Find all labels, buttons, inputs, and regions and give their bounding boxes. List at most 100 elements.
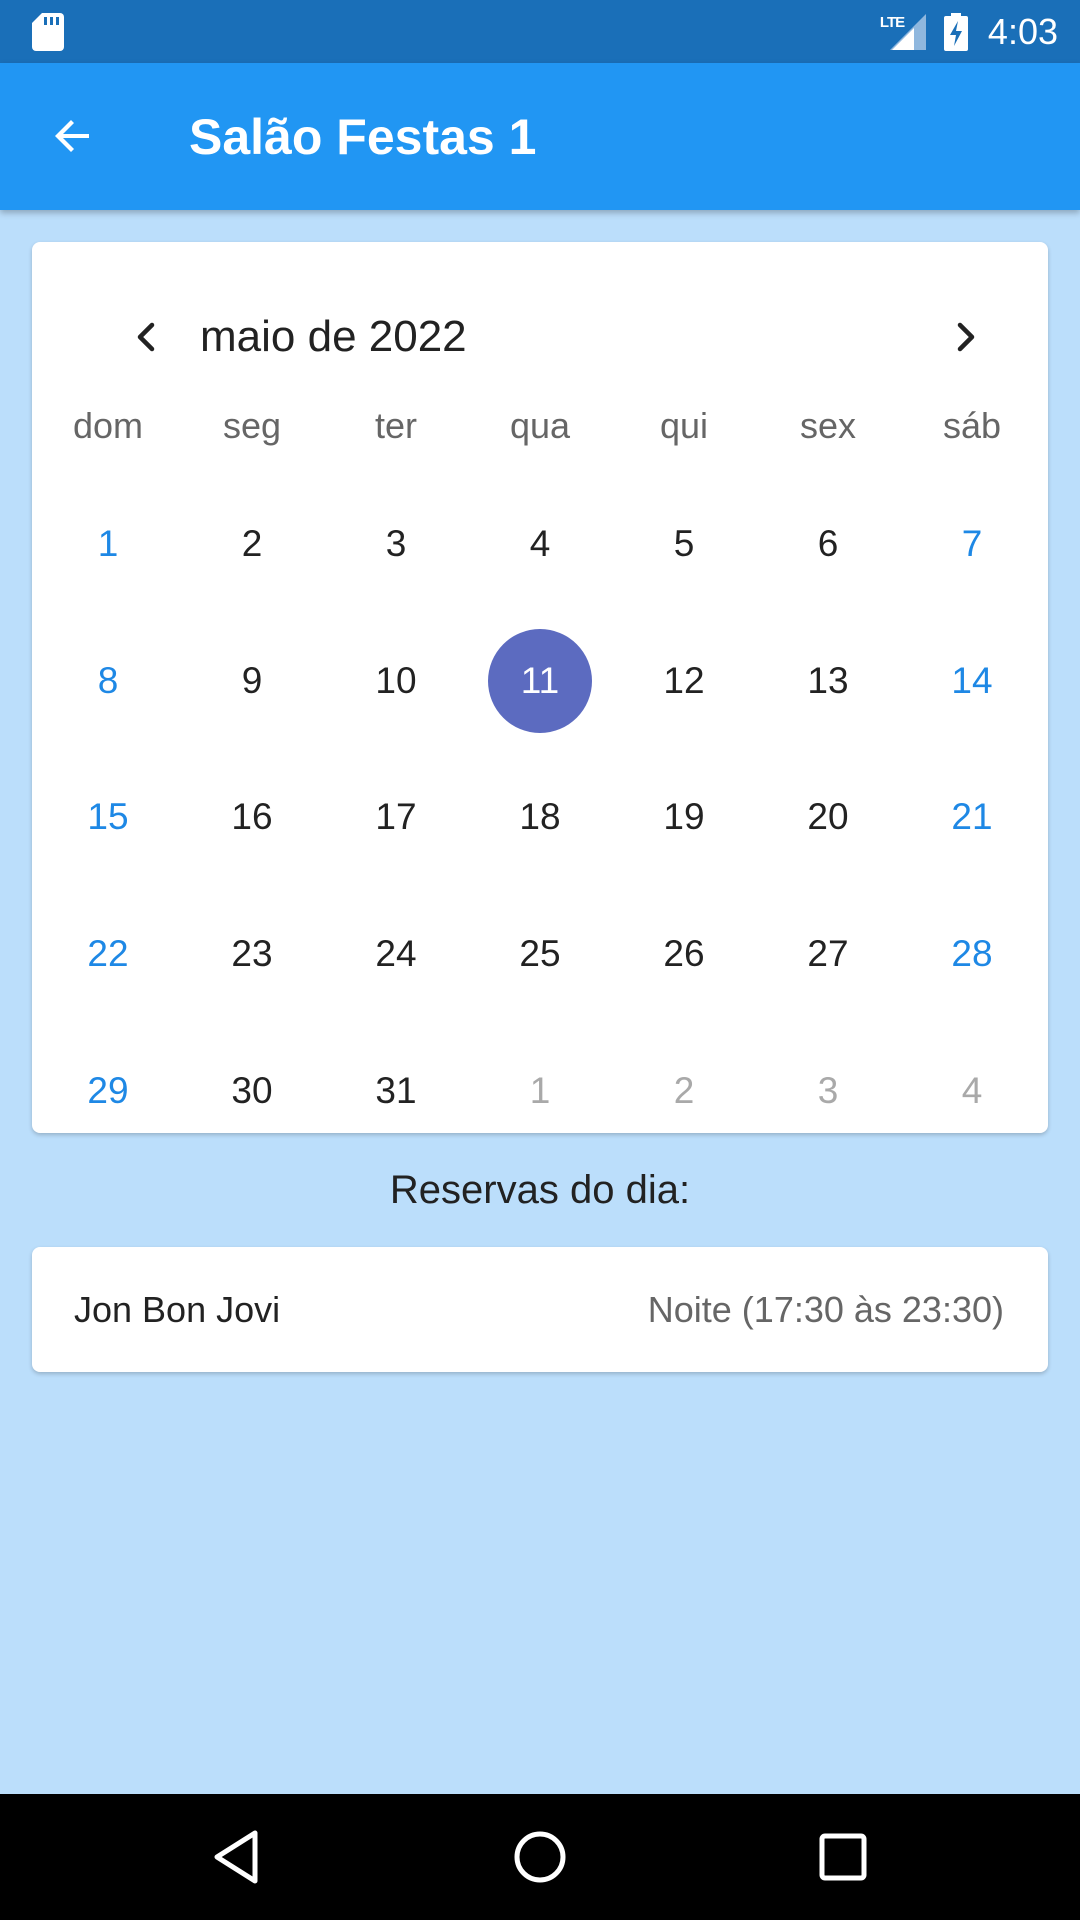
calendar-day-label: 10	[375, 659, 417, 701]
weekday-label: seg	[222, 405, 282, 446]
calendar-day-label: 25	[519, 933, 561, 975]
calendar-day[interactable]: 4	[468, 476, 612, 613]
nav-home-icon	[514, 1831, 566, 1883]
calendar-day[interactable]: 22	[36, 886, 180, 1023]
nav-home-button[interactable]	[505, 1822, 575, 1892]
calendar-day[interactable]: 14	[900, 613, 1044, 750]
calendar-day-label: 23	[231, 933, 273, 975]
calendar-day[interactable]: 18	[468, 749, 612, 886]
calendar-day[interactable]: 3	[324, 476, 468, 613]
calendar-day[interactable]: 25	[468, 886, 612, 1023]
calendar-day[interactable]: 7	[900, 476, 1044, 613]
calendar-day-label: 8	[97, 659, 119, 701]
reservation-name: Jon Bon Jovi	[74, 1289, 281, 1330]
calendar-day[interactable]: 3	[756, 1022, 900, 1159]
reservations-title: Reservas do dia:	[389, 1168, 691, 1212]
calendar-day-label: 14	[951, 659, 993, 701]
calendar-day-label: 24	[375, 933, 417, 975]
calendar-day[interactable]: 16	[180, 749, 324, 886]
calendar-day[interactable]: 30	[180, 1022, 324, 1159]
weekday-header: dom seg ter qua qui sex sáb	[32, 404, 1048, 448]
calendar-day[interactable]: 15	[36, 749, 180, 886]
calendar-day[interactable]: 12	[612, 613, 756, 750]
calendar-day-label: 22	[87, 933, 129, 975]
calendar-day[interactable]: 20	[756, 749, 900, 886]
calendar-day-selected[interactable]: 11	[468, 613, 612, 750]
calendar-card: maio de 2022 dom seg ter qua qui sex sáb…	[32, 242, 1048, 1133]
calendar-day-label: 2	[673, 1069, 695, 1111]
calendar-day-label: 31	[375, 1069, 417, 1111]
calendar-day[interactable]: 5	[612, 476, 756, 613]
page-title: Salão Festas 1	[189, 109, 537, 165]
calendar-day-label: 20	[807, 796, 849, 838]
calendar-day-label: 3	[385, 523, 407, 565]
calendar-day[interactable]: 31	[324, 1022, 468, 1159]
battery-charging-icon	[943, 12, 968, 51]
calendar-day[interactable]: 2	[180, 476, 324, 613]
weekday-label: dom	[72, 405, 144, 446]
calendar-day-label: 17	[375, 796, 417, 838]
status-bar: LTE 4:03	[0, 0, 1080, 63]
calendar-day[interactable]: 13	[756, 613, 900, 750]
calendar-day-label: 27	[807, 933, 849, 975]
calendar-day[interactable]: 24	[324, 886, 468, 1023]
calendar-day[interactable]: 8	[36, 613, 180, 750]
calendar-day[interactable]: 2	[612, 1022, 756, 1159]
calendar-day-label: 2	[241, 523, 263, 565]
calendar-day-label: 13	[807, 659, 849, 701]
arrow-back-icon	[55, 120, 89, 152]
calendar-day[interactable]: 23	[180, 886, 324, 1023]
calendar-day[interactable]: 10	[324, 613, 468, 750]
calendar-day[interactable]: 21	[900, 749, 1044, 886]
calendar-day-label: 15	[87, 796, 129, 838]
calendar-day-label: 11	[488, 628, 592, 733]
month-label: maio de 2022	[200, 312, 467, 361]
calendar-day-label: 30	[231, 1069, 273, 1111]
calendar-day-label: 12	[663, 659, 705, 701]
calendar-day[interactable]: 27	[756, 886, 900, 1023]
calendar-day[interactable]: 29	[36, 1022, 180, 1159]
calendar-day-label: 1	[529, 1069, 551, 1111]
calendar-day[interactable]: 19	[612, 749, 756, 886]
chevron-right-icon	[957, 322, 975, 352]
calendar-day[interactable]: 1	[468, 1022, 612, 1159]
calendar-day[interactable]: 6	[756, 476, 900, 613]
weekday-label: sex	[799, 405, 857, 446]
back-button[interactable]	[38, 101, 108, 171]
calendar-day-label: 26	[663, 933, 705, 975]
nav-back-icon	[214, 1830, 258, 1884]
calendar-day-label: 9	[241, 659, 263, 701]
sd-card-icon	[32, 13, 64, 51]
app-bar: Salão Festas 1	[0, 63, 1080, 210]
calendar-day-label: 4	[529, 523, 551, 565]
calendar-day[interactable]: 17	[324, 749, 468, 886]
weekday-label: sáb	[942, 405, 1002, 446]
calendar-day-label: 16	[231, 796, 273, 838]
weekday-label: ter	[374, 405, 417, 446]
chevron-left-icon	[137, 322, 155, 352]
calendar-day-label: 28	[951, 933, 993, 975]
calendar-day-label: 19	[663, 796, 705, 838]
previous-month-button[interactable]	[112, 302, 182, 372]
status-clock: 4:03	[987, 10, 1058, 52]
calendar-day-label: 4	[961, 1069, 983, 1111]
next-month-button[interactable]	[930, 302, 1000, 372]
reservation-period: Noite (17:30 às 23:30)	[647, 1289, 1004, 1330]
calendar-day-label: 29	[87, 1069, 129, 1111]
calendar-day[interactable]: 9	[180, 613, 324, 750]
calendar-day-label: 21	[951, 796, 993, 838]
weekday-label: qua	[509, 405, 571, 446]
calendar-day[interactable]: 4	[900, 1022, 1044, 1159]
calendar-day-label: 3	[817, 1069, 839, 1111]
weekday-label: qui	[659, 405, 709, 446]
reservation-item[interactable]: Jon Bon Jovi Noite (17:30 às 23:30)	[32, 1247, 1048, 1372]
calendar-day[interactable]: 1	[36, 476, 180, 613]
nav-recents-button[interactable]	[808, 1822, 878, 1892]
nav-recents-icon	[819, 1833, 867, 1881]
calendar-day-label: 1	[97, 523, 119, 565]
system-nav-bar	[0, 1794, 1080, 1920]
calendar-day-grid: 1 2 3 4 5 6 7 8 9 10 11 12 13 14 15 16 17 18 19 20 21 22 23 24 2…	[32, 523, 1048, 1227]
calendar-day[interactable]: 26	[612, 886, 756, 1023]
calendar-day[interactable]: 28	[900, 886, 1044, 1023]
nav-back-button[interactable]	[201, 1822, 271, 1892]
